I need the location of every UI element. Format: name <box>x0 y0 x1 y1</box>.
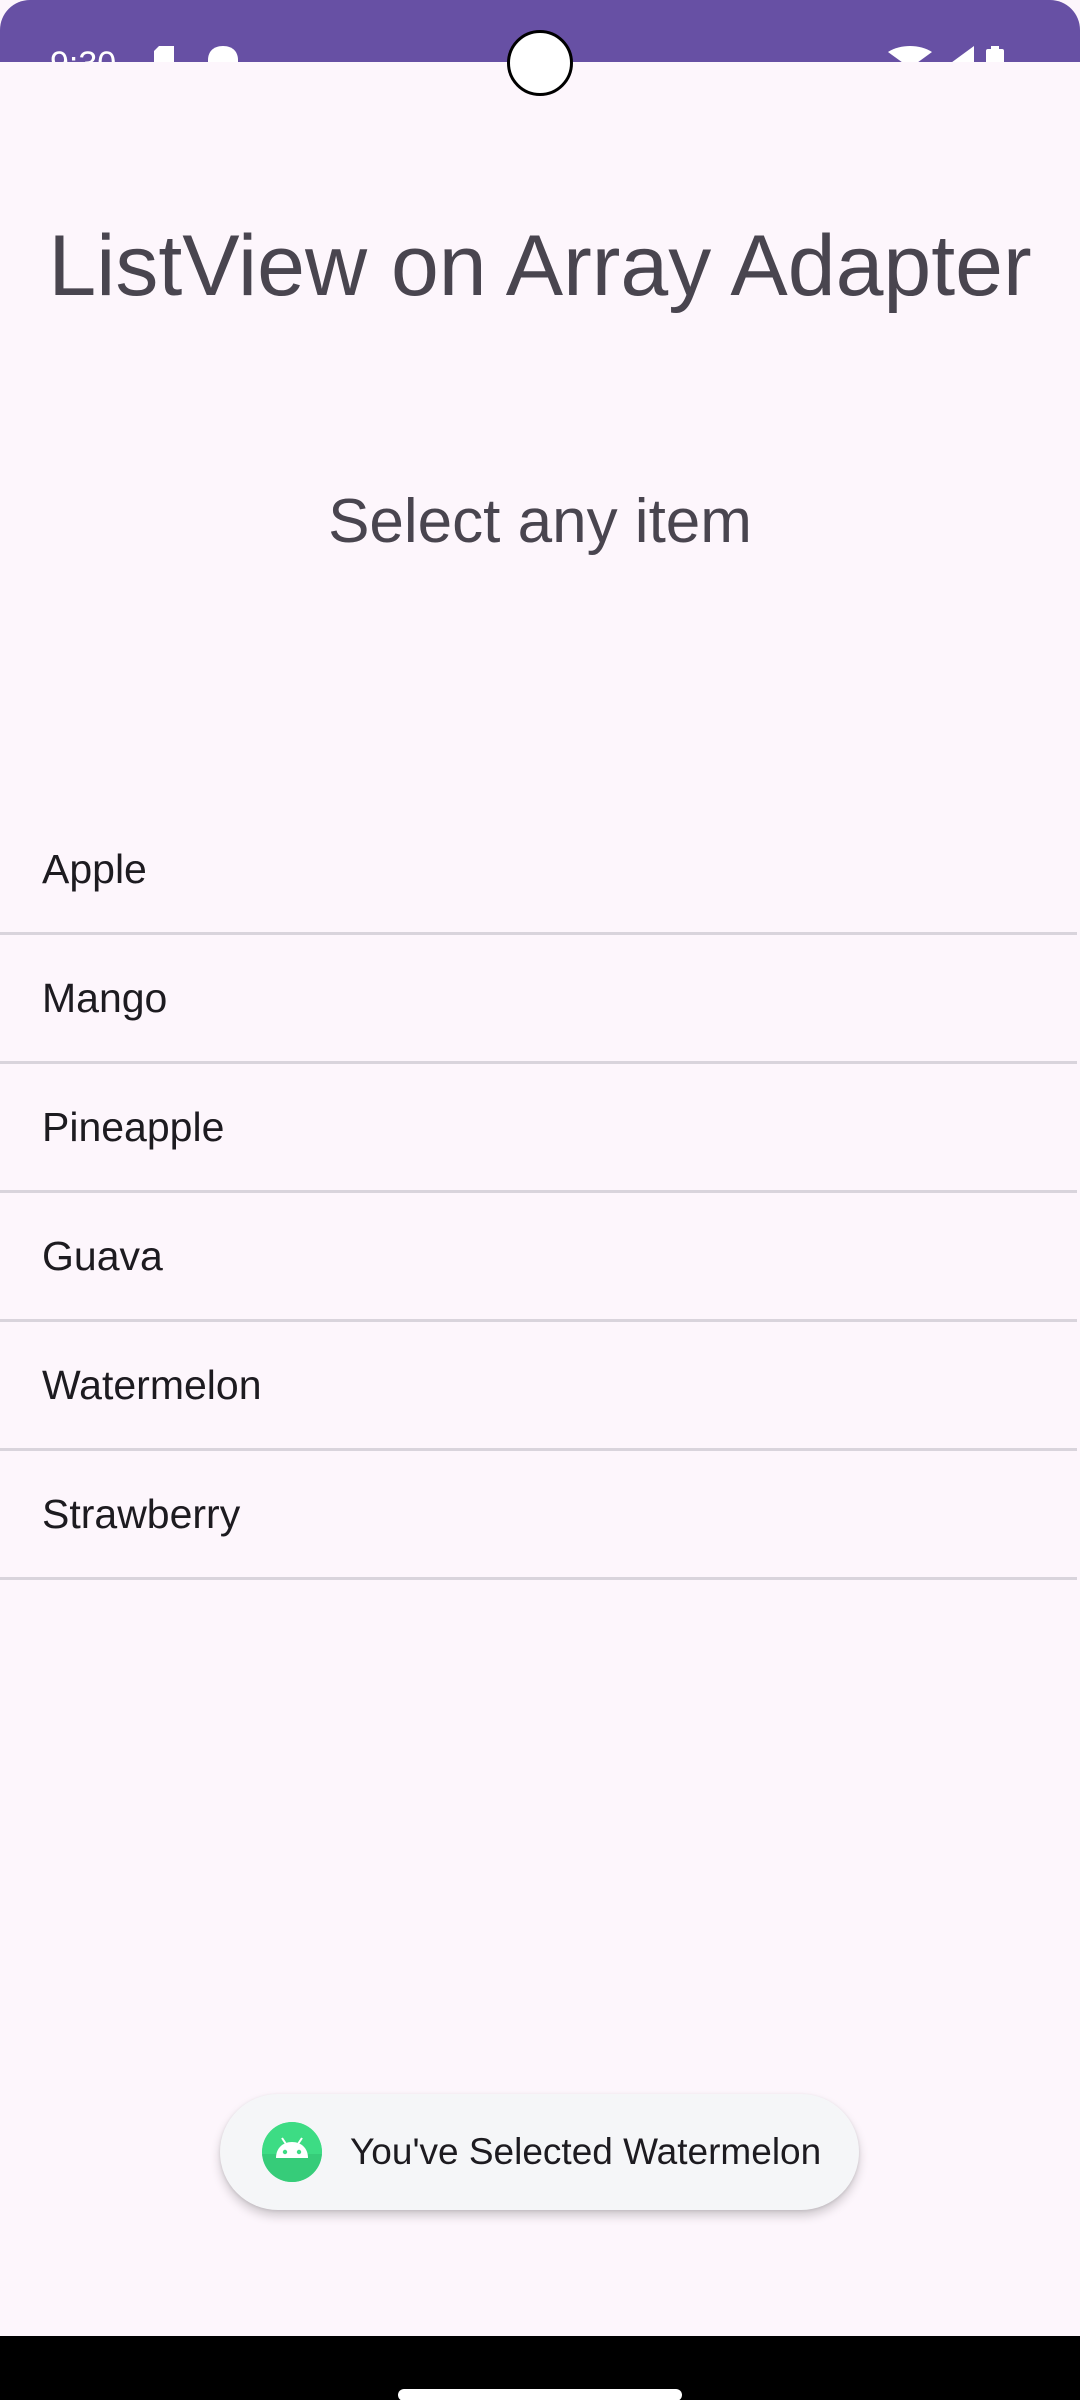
toast-message: You've Selected Watermelon <box>350 2131 822 2172</box>
app-screen: 9:30 ListView on Array Adapter Select an… <box>0 0 1080 2400</box>
list-item-strawberry[interactable]: Strawberry <box>0 1451 1077 1580</box>
camera-cutout <box>507 30 573 96</box>
wifi-icon <box>888 46 932 62</box>
list-item-watermelon[interactable]: Watermelon <box>0 1322 1077 1451</box>
list-item-pineapple[interactable]: Pineapple <box>0 1064 1077 1193</box>
home-gesture-handle[interactable] <box>398 2389 682 2400</box>
page-subtitle: Select any item <box>328 487 752 556</box>
status-time: 9:30 <box>50 44 116 62</box>
list-item-guava[interactable]: Guava <box>0 1193 1077 1322</box>
android-icon <box>262 2122 322 2182</box>
fruit-list: Apple Mango Pineapple Guava Watermelon S… <box>0 806 1077 1580</box>
signal-icon <box>944 46 974 62</box>
sd-card-icon <box>154 46 178 62</box>
list-item-apple[interactable]: Apple <box>0 806 1077 935</box>
list-item-mango[interactable]: Mango <box>0 935 1077 1064</box>
page-title: ListView on Array Adapter <box>48 218 1032 314</box>
battery-icon <box>986 46 1004 62</box>
toast: You've Selected Watermelon <box>220 2094 859 2210</box>
media-icon <box>206 46 240 62</box>
